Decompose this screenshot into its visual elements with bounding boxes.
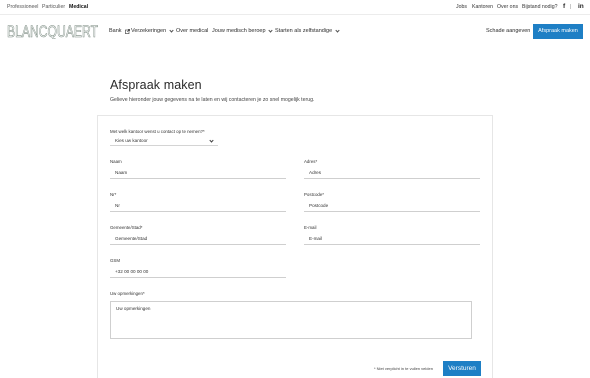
nav-item-bank[interactable]: Bank — [109, 28, 130, 35]
postcode-label: Postcode* — [304, 192, 325, 197]
office-select-value: Kies uw kantoor — [115, 138, 148, 143]
nav-item-jouw-medisch-beroep[interactable]: Jouw medisch beroep — [212, 28, 273, 35]
nav-item-verzekeringen[interactable]: Verzekeringen — [131, 28, 174, 35]
utility-link-over-ons[interactable]: Over ons — [497, 4, 518, 11]
social-separator: | — [570, 3, 572, 10]
required-note: * Niet verplicht in te vullen velden — [374, 366, 433, 371]
utility-link-jobs[interactable]: Jobs — [456, 4, 467, 11]
gsm-label: GSM — [110, 258, 121, 263]
email-field[interactable]: E-mail — [304, 233, 480, 245]
nav-item-label: Over medical — [176, 28, 209, 34]
page-intro: Gelieve hieronder jouw gegevens na te la… — [110, 97, 315, 103]
blancquaert-logo[interactable]: BLANCQUAERT — [7, 22, 99, 39]
external-link-icon — [125, 29, 130, 34]
email-label: E-mail — [304, 225, 317, 230]
nr-input[interactable]: Nr — [110, 200, 286, 212]
segment-professioneel[interactable]: Professioneel — [7, 4, 38, 11]
nr-label: Nr* — [110, 192, 117, 197]
chevron-down-icon — [209, 137, 214, 143]
office-label: Met welk kantoor wenst u contact op te n… — [110, 129, 205, 134]
postcode-input[interactable]: Postcode — [304, 200, 480, 212]
linkedin-icon[interactable]: in — [578, 3, 584, 11]
svg-text:BLANCQUAERT: BLANCQUAERT — [7, 22, 98, 39]
afspraak-maken-button[interactable]: Afspraak maken — [533, 24, 583, 39]
utility-link-bijstand[interactable]: Bijstand nodig? — [522, 4, 557, 11]
segment-medical[interactable]: Medical — [69, 4, 88, 11]
adres-label: Adres* — [304, 159, 318, 164]
naam-input[interactable]: Naam — [110, 167, 286, 179]
chevron-down-icon — [169, 28, 174, 33]
nav-item-label: Bank — [109, 28, 122, 34]
schade-aangeven-link[interactable]: Schade aangeven — [486, 28, 530, 35]
logo-wordmark: BLANCQUAERT — [7, 22, 98, 39]
page-title: Afspraak maken — [110, 78, 202, 92]
opmerkingen-label: Uw opmerkingen* — [110, 291, 145, 296]
nav-item-over-medical[interactable]: Over medical — [176, 28, 208, 35]
nav-item-starten-als-zelfstandige[interactable]: Starten als zelfstandige — [275, 28, 340, 35]
chevron-down-icon — [335, 28, 340, 33]
utility-link-kantoren[interactable]: Kantoren — [472, 4, 493, 11]
nav-item-label: Jouw medisch beroep — [212, 28, 266, 34]
opmerkingen-textarea[interactable]: Uw opmerkingen — [110, 301, 472, 339]
top-utility-bar: Professioneel Particulier Medical Jobs K… — [0, 0, 590, 15]
gemeente-label: Gemeente/Stad* — [110, 225, 143, 230]
segment-particulier[interactable]: Particulier — [42, 4, 65, 11]
nav-item-label: Starten als zelfstandige — [275, 28, 333, 34]
adres-input[interactable]: Adres — [304, 167, 480, 179]
facebook-icon[interactable]: f — [563, 3, 565, 11]
submit-button[interactable]: Versturen — [443, 361, 481, 376]
office-select[interactable]: Kies uw kantoor — [110, 136, 218, 146]
chevron-down-icon — [268, 28, 273, 33]
nav-item-label: Verzekeringen — [131, 28, 167, 34]
gsm-input[interactable]: +32 00 00 00 00 — [110, 266, 286, 278]
naam-label: Naam — [110, 159, 122, 164]
gemeente-input[interactable]: Gemeente/Stad — [110, 233, 286, 245]
